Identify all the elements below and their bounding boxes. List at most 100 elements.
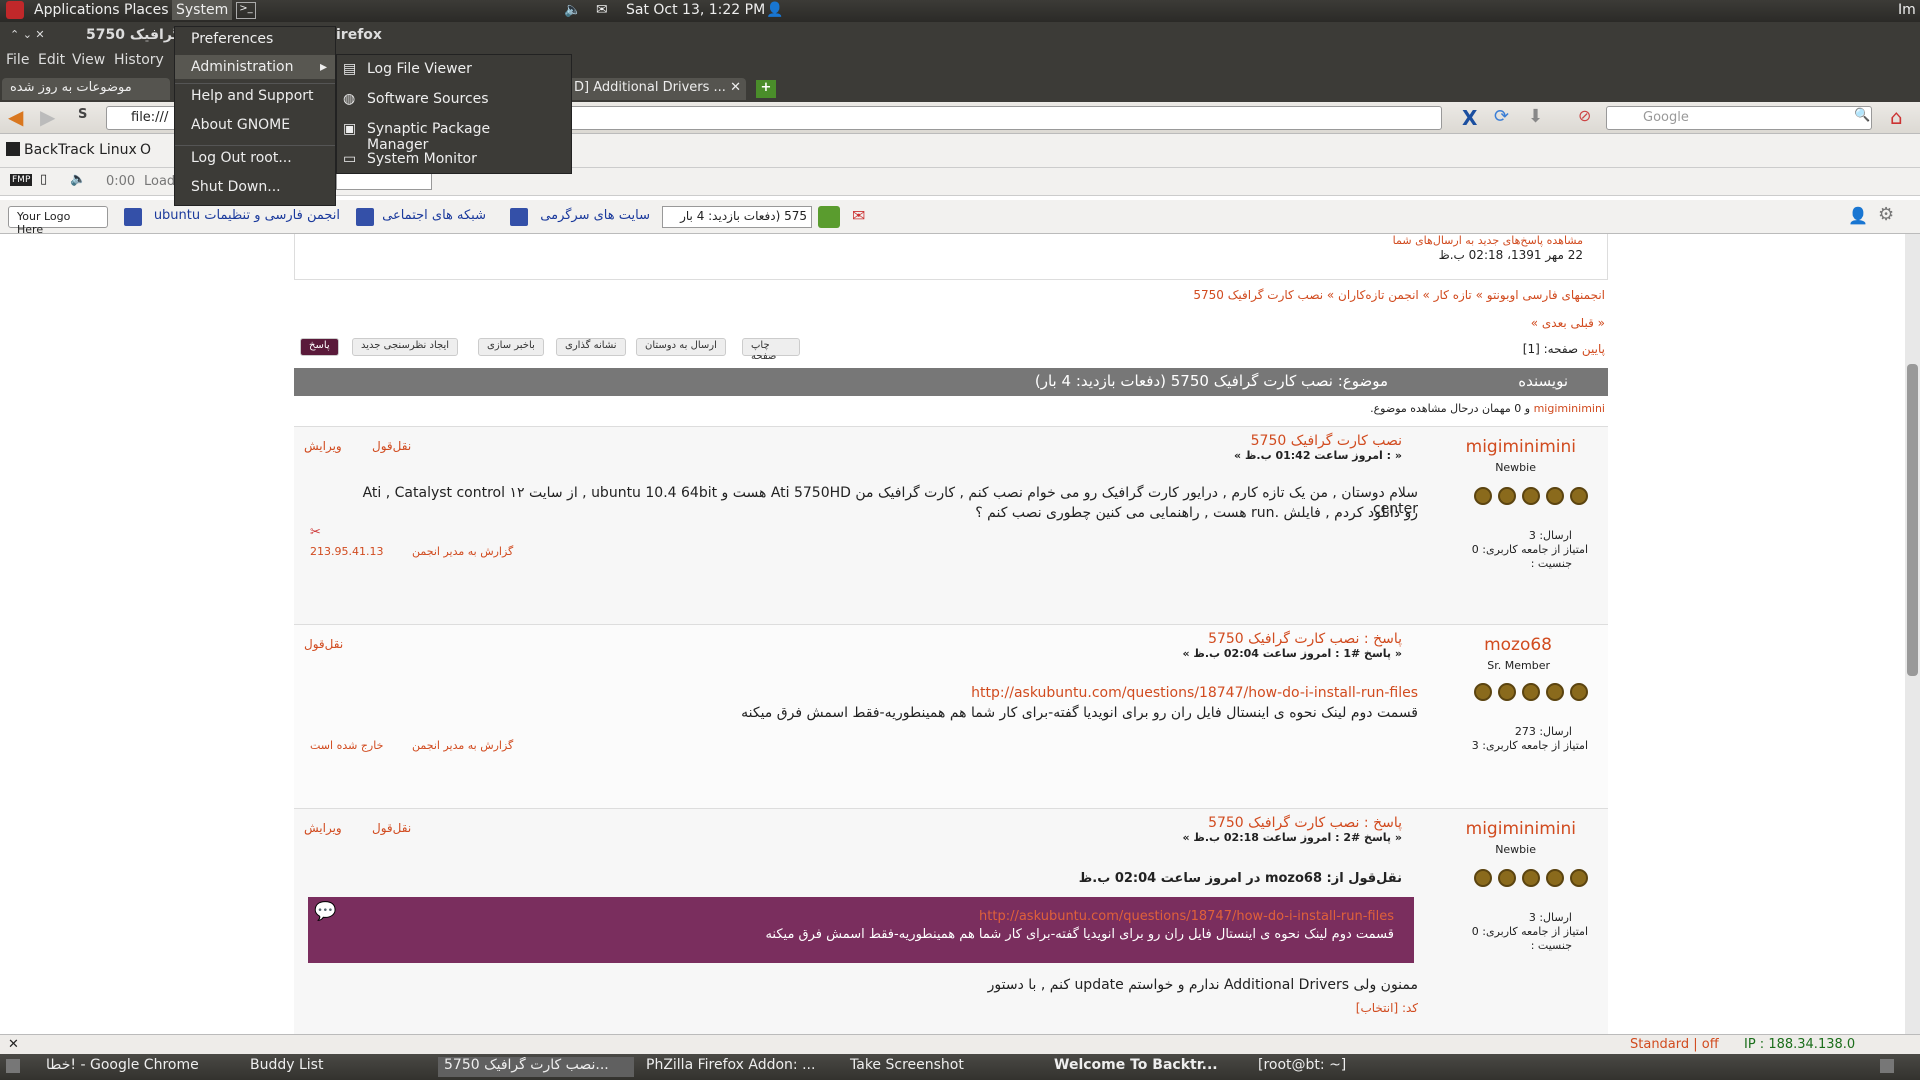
quote-link[interactable]: نقل‌قول	[372, 439, 411, 453]
volume-icon[interactable]: 🔈	[70, 172, 86, 187]
viewer-link[interactable]: migiminimini	[1534, 402, 1605, 415]
reload-icon[interactable]: ⟳	[1494, 106, 1509, 127]
gmail-icon[interactable]: ✉	[852, 206, 865, 225]
menu-item-administration[interactable]: Administration ▸	[175, 55, 335, 79]
menu-item-system-monitor[interactable]: ▭ System Monitor	[337, 147, 571, 171]
post-author[interactable]: migiminimini	[1466, 437, 1576, 457]
task-backtrack[interactable]: Welcome To Backtr...	[1048, 1057, 1244, 1077]
post-title[interactable]: نصب کارت گرافیک 5750	[1251, 433, 1402, 449]
search-placeholder: Google	[1643, 110, 1689, 125]
user-icon[interactable]: 👤	[766, 2, 783, 18]
scrollbar[interactable]	[1905, 234, 1920, 1034]
task-terminal[interactable]: [root@bt: ~]	[1252, 1057, 1448, 1077]
menu-item-synaptic[interactable]: ▣ Synaptic Package Manager	[337, 117, 571, 153]
bookmark-o[interactable]: O	[140, 142, 151, 158]
menu-item-log-file-viewer[interactable]: ▤ Log File Viewer	[337, 57, 571, 81]
show-desktop-icon[interactable]	[6, 1059, 20, 1073]
menu-item-about[interactable]: About GNOME	[175, 113, 335, 137]
window-controls[interactable]: ⌃ ⌄ ✕	[10, 28, 45, 41]
report-link[interactable]: گزارش به مدیر انجمن	[412, 739, 513, 752]
forum-dropdown[interactable]: انجمن فارسی و تنظیمات ubuntu	[144, 208, 340, 223]
top-note[interactable]: مشاهده پاسخ‌های جدید به ارسال‌های شما	[1393, 234, 1583, 247]
tab-updated-topics[interactable]: موضوعات به روز شده	[2, 78, 170, 100]
post-body: ممنون ولی Additional Drivers ندارم و خوا…	[987, 977, 1418, 993]
new-tab-button[interactable]: +	[756, 80, 776, 98]
menu-system[interactable]: System	[172, 0, 233, 20]
pages-bottom-link[interactable]: پایین	[1582, 342, 1605, 356]
rank-stars	[1468, 487, 1588, 509]
status-mode[interactable]: Standard | off	[1630, 1037, 1719, 1052]
menu-item-shutdown[interactable]: Shut Down...	[175, 175, 335, 199]
close-icon[interactable]: ✕	[8, 1037, 19, 1052]
notify-button[interactable]: باخبر سازی	[478, 338, 544, 356]
menu-item-logout[interactable]: Log Out root...	[175, 145, 335, 169]
scrollbar-thumb[interactable]	[1907, 364, 1918, 676]
home-icon[interactable]: ⌂	[1890, 105, 1903, 129]
menu-applications[interactable]: Applications	[34, 2, 120, 18]
toolbar-user-icon[interactable]: 👤	[1848, 206, 1868, 225]
stumble-icon[interactable]: S	[78, 107, 87, 122]
post-count: ارسال: 273	[1514, 725, 1572, 738]
stop-icon[interactable]: ⊘	[1578, 106, 1591, 125]
menu-item-help[interactable]: Help and Support	[175, 83, 335, 107]
reply-button[interactable]: پاسخ	[300, 338, 339, 356]
post-title[interactable]: پاسخ : نصب کارت گرافیک 5750	[1208, 631, 1402, 647]
edit-link[interactable]: ویرایش	[304, 821, 342, 835]
fmp-icon[interactable]: FMP	[10, 174, 33, 186]
search-icon[interactable]: 🔍	[1854, 108, 1870, 123]
post-author[interactable]: migiminimini	[1466, 819, 1576, 839]
workspace-icon[interactable]	[1880, 1059, 1894, 1073]
menu-file[interactable]: File	[6, 52, 29, 68]
bookmark-button[interactable]: نشانه گذاری	[556, 338, 626, 356]
post-link[interactable]: http://askubuntu.com/questions/18747/how…	[971, 685, 1418, 701]
quote-link-url[interactable]: http://askubuntu.com/questions/18747/how…	[979, 909, 1394, 924]
new-poll-button[interactable]: ایجاد نظرسنجی جدید	[352, 338, 459, 356]
task-chrome[interactable]: خطا! - Google Chrome	[40, 1057, 240, 1077]
task-phzilla[interactable]: PhZilla Firefox Addon: ...	[640, 1057, 836, 1077]
post-count: ارسال: 3	[1528, 529, 1572, 542]
task-screenshot[interactable]: Take Screenshot	[844, 1057, 1040, 1077]
report-link[interactable]: گزارش به مدیر انجمن	[412, 545, 513, 558]
your-logo-button[interactable]: Your Logo Here	[8, 206, 108, 236]
prev-next-links[interactable]: « قبلی بعدی »	[1531, 316, 1605, 330]
quote-box: 💬 http://askubuntu.com/questions/18747/h…	[308, 897, 1414, 963]
close-icon[interactable]: ✕	[730, 80, 741, 95]
pages-label: صفحه: [1]	[1522, 342, 1579, 356]
gear-icon[interactable]: ⚙	[1878, 204, 1894, 225]
code-label[interactable]: کد: [انتخاب]	[1356, 1001, 1418, 1015]
bookmark-backtrack[interactable]: BackTrack Linux	[24, 142, 137, 158]
print-button[interactable]: چاپ صفحه	[742, 338, 800, 362]
back-icon[interactable]: ◀	[8, 105, 23, 129]
quote-link[interactable]: نقل‌قول	[304, 637, 343, 651]
quote-link[interactable]: نقل‌قول	[372, 821, 411, 835]
toolbar-search-icon[interactable]	[818, 206, 840, 228]
post-author[interactable]: mozo68	[1484, 635, 1552, 655]
tab-additional-drivers[interactable]: D] Additional Drivers ... ✕	[566, 78, 746, 100]
user-name[interactable]: Im	[1898, 2, 1916, 18]
menu-history[interactable]: History	[114, 52, 164, 68]
menu-item-software-sources[interactable]: ◍ Software Sources	[337, 87, 571, 111]
breadcrumb[interactable]: انجمنهای فارسی اوبونتو » تازه کار » انجم…	[1193, 288, 1605, 302]
clock[interactable]: Sat Oct 13, 1:22 PM	[626, 2, 765, 18]
edit-link[interactable]: ویرایش	[304, 439, 342, 453]
forward-icon[interactable]: ▶	[40, 105, 55, 129]
task-buddy-list[interactable]: Buddy List	[244, 1057, 434, 1077]
fun-dropdown[interactable]: سایت های سرگرمی	[530, 208, 650, 223]
backtrack-logo-icon[interactable]	[6, 1, 24, 19]
toolbar-search-field[interactable]: 575 (دفعات بازدید: 4 بار	[662, 206, 812, 228]
menu-places[interactable]: Places	[124, 2, 169, 18]
download-icon[interactable]: ⬇	[1528, 106, 1543, 127]
search-input[interactable]: Google	[1606, 106, 1872, 130]
social-dropdown[interactable]: شبکه های اجتماعی	[376, 208, 486, 223]
post-title[interactable]: پاسخ : نصب کارت گرافیک 5750	[1208, 815, 1402, 831]
x-icon[interactable]: X	[1462, 106, 1477, 130]
mail-icon[interactable]: ✉	[596, 2, 608, 18]
document-icon[interactable]: ▯	[40, 172, 47, 187]
menu-item-preferences[interactable]: Preferences	[175, 27, 335, 51]
volume-icon[interactable]: 🔈	[564, 2, 581, 18]
menu-edit[interactable]: Edit	[38, 52, 65, 68]
send-to-friend-button[interactable]: ارسال به دوستان	[636, 338, 726, 356]
task-firefox-current[interactable]: نصب کارت گرافیک 5750...	[438, 1057, 634, 1077]
terminal-icon[interactable]: >_	[236, 2, 256, 19]
menu-view[interactable]: View	[72, 52, 105, 68]
